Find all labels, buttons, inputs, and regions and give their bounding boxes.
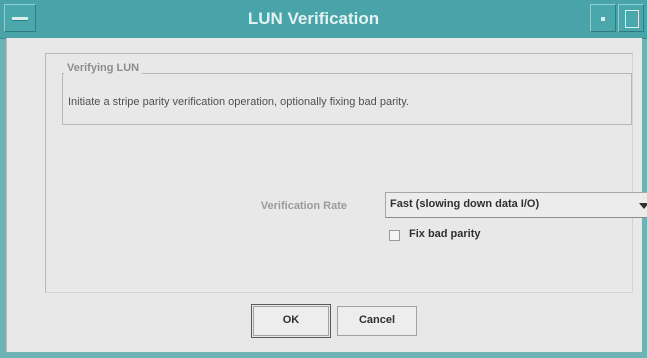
group-description: Initiate a stripe parity verification op… [68, 96, 409, 108]
window-menu-button[interactable] [4, 4, 36, 32]
title-bar[interactable]: LUN Verification [0, 0, 647, 39]
minimize-icon [601, 17, 605, 21]
lun-verification-dialog: LUN Verification Verifying LUN Initiate … [0, 0, 647, 358]
cancel-button[interactable]: Cancel [337, 306, 417, 336]
menu-dash-icon [12, 17, 28, 21]
fix-bad-parity-checkbox[interactable] [389, 230, 400, 241]
content-panel: Verifying LUN Initiate a stripe parity v… [45, 53, 647, 293]
minimize-button[interactable] [590, 4, 616, 32]
group-title: Verifying LUN [64, 62, 143, 74]
dialog-body: Verifying LUN Initiate a stripe parity v… [6, 38, 647, 352]
verification-rate-value: Fast (slowing down data I/O) [390, 198, 540, 210]
verification-rate-select[interactable]: Fast (slowing down data I/O) [385, 192, 647, 218]
maximize-button[interactable] [618, 4, 644, 32]
window-title: LUN Verification [247, 9, 380, 28]
verification-rate-label: Verification Rate [260, 200, 347, 212]
ok-button[interactable]: OK [251, 304, 331, 338]
chevron-down-icon [639, 203, 647, 209]
maximize-icon [625, 10, 639, 28]
fix-bad-parity-label[interactable]: Fix bad parity [409, 228, 481, 240]
